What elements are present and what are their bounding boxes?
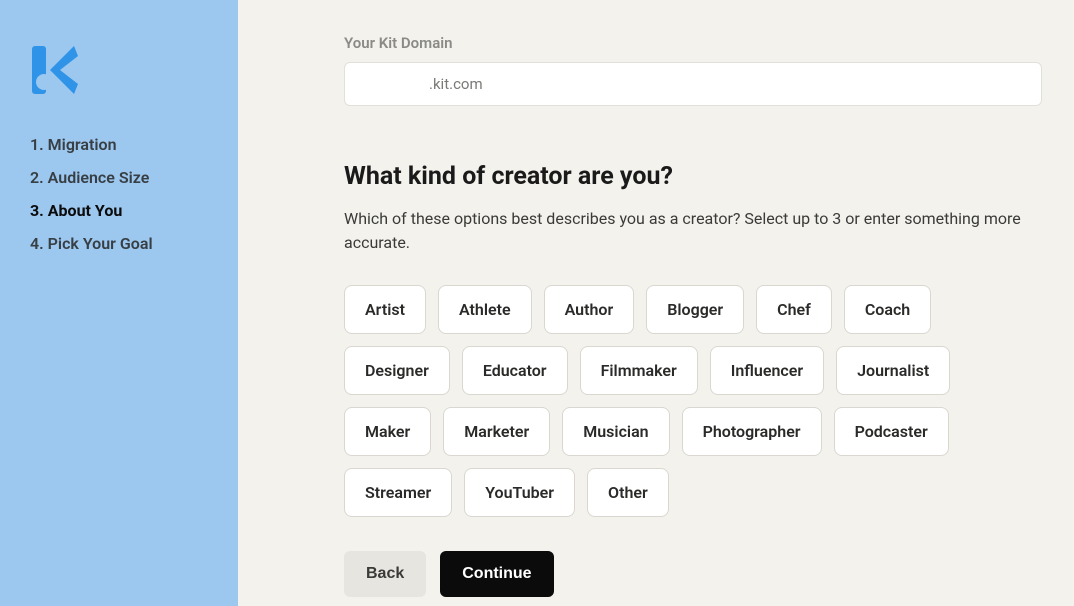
sidebar-step-pick-your-goal[interactable]: 4. Pick Your Goal: [30, 227, 214, 260]
kit-domain-suffix: .kit.com: [429, 75, 483, 93]
creator-chip-artist[interactable]: Artist: [344, 285, 426, 334]
creator-chip-streamer[interactable]: Streamer: [344, 468, 452, 517]
creator-chip-athlete[interactable]: Athlete: [438, 285, 532, 334]
sidebar-step-about-you[interactable]: 3. About You: [30, 194, 214, 227]
back-button[interactable]: Back: [344, 551, 426, 597]
kit-domain-field: Your Kit Domain .kit.com: [344, 34, 1042, 106]
nav-button-row: Back Continue: [344, 551, 1042, 597]
sidebar-step-migration[interactable]: 1. Migration: [30, 128, 214, 161]
creator-chip-educator[interactable]: Educator: [462, 346, 568, 395]
kit-domain-input-wrapper[interactable]: .kit.com: [344, 62, 1042, 106]
creator-chip-marketer[interactable]: Marketer: [443, 407, 550, 456]
step-list: 1. Migration 2. Audience Size 3. About Y…: [30, 128, 214, 260]
creator-chip-other[interactable]: Other: [587, 468, 669, 517]
creator-chip-filmmaker[interactable]: Filmmaker: [580, 346, 698, 395]
creator-chip-maker[interactable]: Maker: [344, 407, 431, 456]
creator-chip-influencer[interactable]: Influencer: [710, 346, 824, 395]
continue-button[interactable]: Continue: [440, 551, 553, 597]
creator-chip-author[interactable]: Author: [544, 285, 635, 334]
onboarding-main: Your Kit Domain .kit.com What kind of cr…: [238, 0, 1074, 606]
creator-chip-journalist[interactable]: Journalist: [836, 346, 950, 395]
creator-chip-youtuber[interactable]: YouTuber: [464, 468, 575, 517]
onboarding-sidebar: 1. Migration 2. Audience Size 3. About Y…: [0, 0, 238, 606]
creator-description: Which of these options best describes yo…: [344, 207, 1042, 255]
creator-chip-coach[interactable]: Coach: [844, 285, 931, 334]
sidebar-step-audience-size[interactable]: 2. Audience Size: [30, 161, 214, 194]
creator-heading: What kind of creator are you?: [344, 162, 1042, 191]
creator-chip-designer[interactable]: Designer: [344, 346, 450, 395]
kit-domain-label: Your Kit Domain: [344, 34, 1042, 52]
creator-chip-chef[interactable]: Chef: [756, 285, 832, 334]
creator-chip-musician[interactable]: Musician: [562, 407, 669, 456]
creator-chip-photographer[interactable]: Photographer: [682, 407, 822, 456]
creator-type-group: Artist Athlete Author Blogger Chef Coach…: [344, 285, 1042, 517]
creator-chip-blogger[interactable]: Blogger: [646, 285, 744, 334]
kit-logo-icon: [30, 46, 214, 94]
kit-domain-input[interactable]: [359, 76, 429, 93]
creator-chip-podcaster[interactable]: Podcaster: [834, 407, 949, 456]
